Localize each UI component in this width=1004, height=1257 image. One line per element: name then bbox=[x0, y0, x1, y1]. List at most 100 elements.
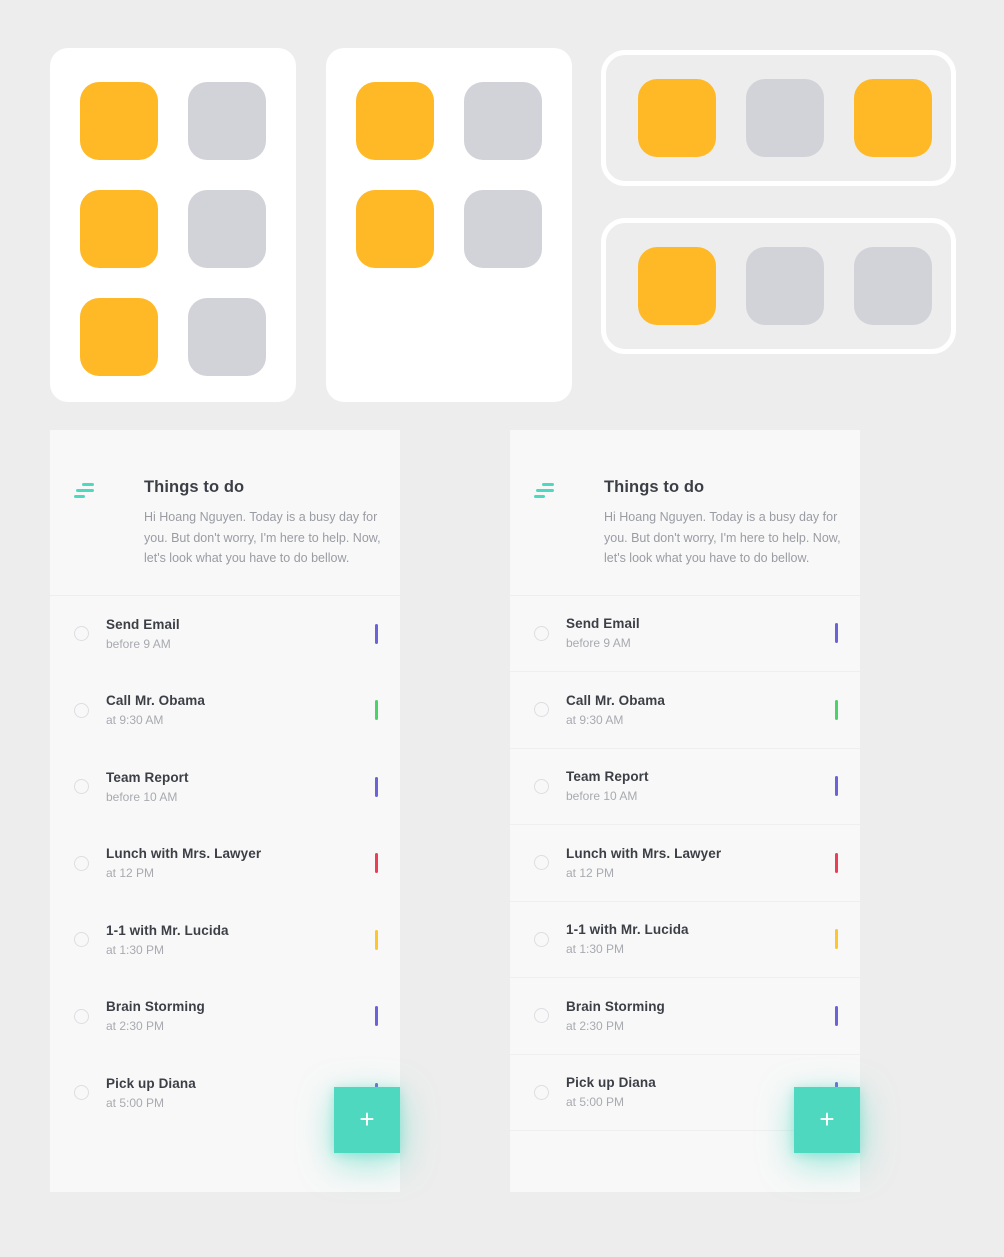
task-text: Team Report before 10 AM bbox=[566, 769, 835, 803]
task-row[interactable]: Call Mr. Obama at 9:30 AM bbox=[50, 672, 400, 749]
task-priority-marker bbox=[375, 776, 378, 797]
tile-orange[interactable] bbox=[80, 298, 158, 376]
task-text: Brain Storming at 2:30 PM bbox=[566, 999, 835, 1033]
task-priority-marker bbox=[375, 1006, 378, 1027]
task-row[interactable]: Send Email before 9 AM bbox=[50, 596, 400, 673]
task-text: Brain Storming at 2:30 PM bbox=[106, 999, 375, 1033]
tile-orange[interactable] bbox=[80, 190, 158, 268]
tile-orange[interactable] bbox=[80, 82, 158, 160]
task-priority-marker bbox=[375, 853, 378, 874]
add-task-button[interactable]: + bbox=[794, 1087, 860, 1153]
tile-grid bbox=[356, 82, 542, 268]
panel-header: Things to do Hi Hoang Nguyen. Today is a… bbox=[50, 430, 400, 596]
task-checkbox[interactable] bbox=[534, 1084, 549, 1100]
tile-grey[interactable] bbox=[188, 190, 266, 268]
task-name: Call Mr. Obama bbox=[106, 693, 205, 709]
tile-grey[interactable] bbox=[188, 298, 266, 376]
task-priority-marker bbox=[375, 929, 378, 950]
tile-orange[interactable] bbox=[356, 190, 434, 268]
task-time: at 2:30 PM bbox=[106, 1019, 165, 1034]
todo-panel-plain: Things to do Hi Hoang Nguyen. Today is a… bbox=[50, 430, 400, 1192]
task-checkbox[interactable] bbox=[534, 625, 549, 641]
tile-orange[interactable] bbox=[854, 79, 932, 157]
task-name: 1-1 with Mr. Lucida bbox=[566, 922, 689, 938]
tile-orange[interactable] bbox=[638, 79, 716, 157]
task-time: before 9 AM bbox=[106, 636, 171, 651]
tile-grey[interactable] bbox=[464, 82, 542, 160]
task-checkbox[interactable] bbox=[534, 931, 549, 947]
task-row[interactable]: Team Report before 10 AM bbox=[510, 749, 860, 825]
sort-icon bbox=[74, 483, 96, 499]
task-name: 1-1 with Mr. Lucida bbox=[106, 922, 229, 938]
tile-grey[interactable] bbox=[746, 247, 824, 325]
task-list: Send Email before 9 AM Call Mr. Obama at 9:… bbox=[50, 596, 400, 1132]
task-checkbox[interactable] bbox=[534, 778, 549, 794]
task-priority-marker bbox=[835, 1005, 838, 1026]
add-task-button[interactable]: + bbox=[334, 1087, 400, 1153]
task-time: at 12 PM bbox=[566, 865, 615, 880]
task-priority-marker bbox=[835, 929, 838, 950]
task-checkbox[interactable] bbox=[74, 702, 89, 718]
tile-grid bbox=[80, 82, 266, 376]
task-row[interactable]: Lunch with Mrs. Lawyer at 12 PM bbox=[50, 825, 400, 902]
task-row[interactable]: Brain Storming at 2:30 PM bbox=[510, 978, 860, 1055]
task-time: before 10 AM bbox=[106, 789, 178, 804]
plus-icon: + bbox=[819, 1104, 835, 1134]
grid-card-2-rows bbox=[326, 48, 572, 402]
task-row[interactable]: 1-1 with Mr. Lucida at 1:30 PM bbox=[50, 902, 400, 979]
task-checkbox[interactable] bbox=[74, 855, 89, 871]
task-checkbox[interactable] bbox=[74, 932, 89, 948]
tile-orange[interactable] bbox=[356, 82, 434, 160]
task-row[interactable]: Lunch with Mrs. Lawyer at 12 PM bbox=[510, 825, 860, 902]
task-name: Team Report bbox=[566, 769, 649, 785]
task-checkbox[interactable] bbox=[534, 702, 549, 718]
task-priority-marker bbox=[835, 623, 838, 644]
todo-panel-divided: Things to do Hi Hoang Nguyen. Today is a… bbox=[510, 430, 860, 1192]
grid-card-3-rows bbox=[50, 48, 296, 402]
task-name: Brain Storming bbox=[106, 999, 205, 1015]
task-time: at 1:30 PM bbox=[566, 942, 625, 957]
task-checkbox[interactable] bbox=[534, 1008, 549, 1024]
task-priority-marker bbox=[835, 776, 838, 797]
task-priority-marker bbox=[835, 699, 838, 720]
task-checkbox[interactable] bbox=[74, 1085, 89, 1101]
task-priority-marker bbox=[375, 700, 378, 721]
task-row[interactable]: Call Mr. Obama at 9:30 AM bbox=[510, 672, 860, 749]
page-title: Things to do bbox=[604, 478, 705, 496]
task-priority-marker bbox=[375, 623, 378, 644]
task-text: Send Email before 9 AM bbox=[566, 616, 835, 650]
tile-grey[interactable] bbox=[188, 82, 266, 160]
task-checkbox[interactable] bbox=[74, 779, 89, 795]
task-row[interactable]: Send Email before 9 AM bbox=[510, 596, 860, 672]
task-time: at 2:30 PM bbox=[566, 1018, 625, 1033]
task-name: Lunch with Mrs. Lawyer bbox=[566, 845, 722, 861]
task-row[interactable]: 1-1 with Mr. Lucida at 1:30 PM bbox=[510, 902, 860, 978]
task-name: Brain Storming bbox=[566, 998, 665, 1014]
task-row[interactable]: Team Report before 10 AM bbox=[50, 749, 400, 826]
task-text: 1-1 with Mr. Lucida at 1:30 PM bbox=[566, 922, 835, 956]
task-list: Send Email before 9 AM Call Mr. Obama at 9:… bbox=[510, 596, 860, 1131]
task-time: at 9:30 AM bbox=[566, 712, 624, 727]
task-name: Send Email bbox=[106, 616, 180, 632]
task-checkbox[interactable] bbox=[74, 626, 89, 642]
tile-grey[interactable] bbox=[854, 247, 932, 325]
task-text: Call Mr. Obama at 9:30 AM bbox=[566, 693, 835, 727]
task-name: Call Mr. Obama bbox=[566, 692, 665, 708]
task-time: at 9:30 AM bbox=[106, 713, 164, 728]
tile-grey[interactable] bbox=[746, 79, 824, 157]
task-row[interactable]: Brain Storming at 2:30 PM bbox=[50, 978, 400, 1055]
plus-icon: + bbox=[359, 1104, 375, 1134]
panel-header: Things to do Hi Hoang Nguyen. Today is a… bbox=[510, 430, 860, 596]
task-time: at 12 PM bbox=[106, 866, 155, 881]
task-checkbox[interactable] bbox=[74, 1008, 89, 1024]
task-time: before 10 AM bbox=[566, 789, 638, 804]
task-checkbox[interactable] bbox=[534, 855, 549, 871]
task-text: Team Report before 10 AM bbox=[106, 770, 375, 804]
tile-orange[interactable] bbox=[638, 247, 716, 325]
task-name: Lunch with Mrs. Lawyer bbox=[106, 846, 262, 862]
task-text: Call Mr. Obama at 9:30 AM bbox=[106, 693, 375, 727]
tile-grey[interactable] bbox=[464, 190, 542, 268]
outline-row-2 bbox=[601, 218, 956, 354]
tile-showcase bbox=[0, 0, 1004, 420]
task-time: before 9 AM bbox=[566, 636, 631, 651]
